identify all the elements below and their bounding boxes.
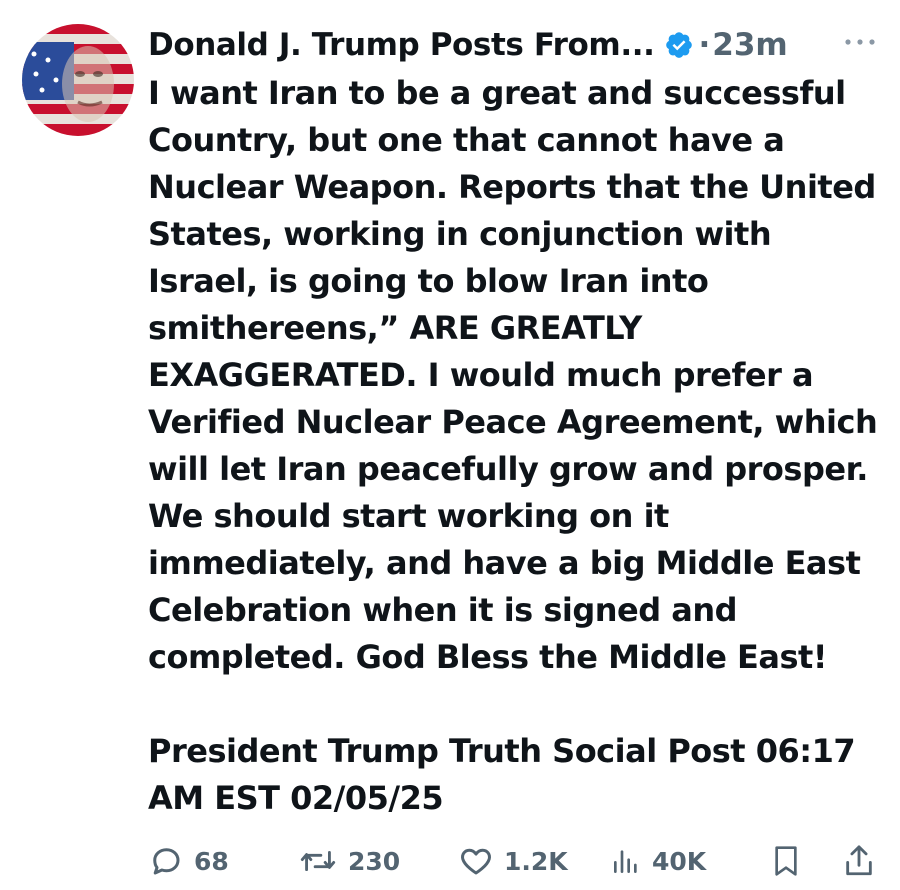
heart-icon	[461, 848, 491, 875]
reply-count: 68	[194, 846, 229, 876]
more-options-button[interactable]	[840, 28, 880, 56]
more-dots-icon	[845, 39, 875, 45]
action-bar: 68 230 1.2K 40K	[148, 838, 880, 884]
bar-chart-icon	[614, 850, 637, 873]
repost-arrows-icon	[300, 851, 336, 871]
like-count: 1.2K	[504, 846, 568, 876]
share-upload-icon	[846, 845, 872, 876]
post-body-text: I want Iran to be a great and successful…	[148, 74, 878, 676]
bookmark-icon	[775, 846, 797, 876]
bookmark-button[interactable]	[770, 838, 802, 884]
views-count: 40K	[652, 846, 707, 876]
author-name[interactable]: Donald J. Trump Posts From...	[148, 27, 655, 63]
repost-button[interactable]: 230	[298, 838, 400, 884]
reply-button[interactable]: 68	[148, 838, 229, 884]
post-header: Donald J. Trump Posts From... · 23m	[148, 22, 788, 68]
share-button[interactable]	[842, 838, 876, 884]
like-button[interactable]: 1.2K	[458, 838, 568, 884]
post-text: I want Iran to be a great and successful…	[148, 70, 883, 822]
reply-bubble-icon	[153, 848, 180, 875]
avatar[interactable]	[22, 24, 134, 136]
repost-count: 230	[348, 846, 401, 876]
dot-separator: ·	[698, 27, 711, 63]
verified-badge-icon	[664, 30, 694, 60]
views-button[interactable]: 40K	[610, 838, 706, 884]
post-card: Donald J. Trump Posts From... · 23m I wa…	[0, 0, 900, 890]
avatar-flag-portrait-image	[22, 24, 134, 136]
post-timestamp[interactable]: 23m	[712, 27, 787, 63]
post-source-line: President Trump Truth Social Post 06:17 …	[148, 732, 856, 817]
